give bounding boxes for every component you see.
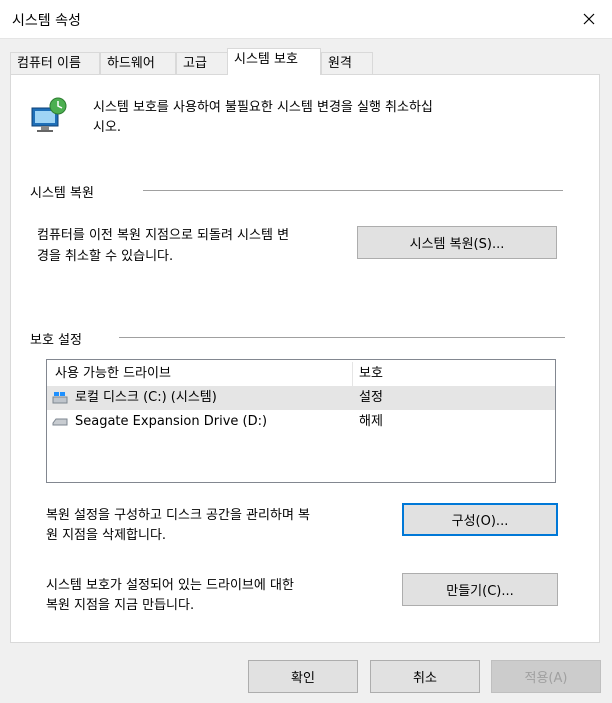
tab-hardware[interactable]: 하드웨어 bbox=[100, 52, 176, 74]
close-button[interactable] bbox=[566, 0, 612, 38]
restore-section-divider bbox=[143, 190, 563, 191]
title-bar: 시스템 속성 bbox=[0, 0, 612, 39]
restore-desc-line1: 컴퓨터를 이전 복원 지점으로 되돌려 시스템 변 bbox=[37, 228, 290, 243]
protection-section-divider bbox=[119, 337, 565, 338]
window-title: 시스템 속성 bbox=[12, 13, 81, 29]
system-restore-button[interactable]: 시스템 복원(S)... bbox=[357, 226, 557, 259]
drive-name: Seagate Expansion Drive (D:) bbox=[75, 414, 268, 429]
protection-section-label: 보호 설정 bbox=[30, 333, 82, 348]
configure-desc-line1: 복원 설정을 구성하고 디스크 공간을 관리하며 복 bbox=[46, 508, 310, 523]
tab-system-protection[interactable]: 시스템 보호 bbox=[227, 48, 321, 75]
create-desc-line1: 시스템 보호가 설정되어 있는 드라이브에 대한 bbox=[46, 578, 294, 593]
create-desc-line2: 복원 지점을 지금 만듭니다. bbox=[46, 598, 195, 613]
drive-list[interactable]: 사용 가능한 드라이브 보호 로컬 디스크 (C:) (시스템) 설정 Seag… bbox=[46, 359, 556, 483]
tab-computer-name[interactable]: 컴퓨터 이름 bbox=[10, 52, 100, 74]
drive-protection-status: 설정 bbox=[359, 390, 383, 405]
ok-button[interactable]: 확인 bbox=[248, 660, 358, 693]
table-row[interactable]: 로컬 디스크 (C:) (시스템) 설정 bbox=[47, 386, 555, 410]
drive-protection-status: 해제 bbox=[359, 414, 383, 429]
drive-name: 로컬 디스크 (C:) (시스템) bbox=[75, 390, 217, 405]
create-button[interactable]: 만들기(C)... bbox=[402, 573, 558, 606]
external-drive-icon bbox=[52, 418, 68, 426]
intro-text-line1: 시스템 보호를 사용하여 불필요한 시스템 변경을 실행 취소하십 bbox=[93, 100, 433, 115]
close-icon bbox=[583, 13, 595, 25]
apply-button[interactable]: 적용(A) bbox=[491, 660, 601, 693]
restore-section-label: 시스템 복원 bbox=[30, 186, 94, 201]
intro-text-line2: 시오. bbox=[93, 120, 122, 135]
system-drive-icon bbox=[52, 392, 68, 404]
restore-desc-line2: 경을 취소할 수 있습니다. bbox=[37, 249, 174, 264]
table-row[interactable]: Seagate Expansion Drive (D:) 해제 bbox=[47, 410, 555, 434]
column-header-drive[interactable]: 사용 가능한 드라이브 bbox=[55, 362, 171, 386]
column-divider[interactable] bbox=[352, 362, 353, 386]
column-header-protection[interactable]: 보호 bbox=[359, 362, 383, 386]
system-protection-icon bbox=[31, 97, 67, 132]
configure-button[interactable]: 구성(O)... bbox=[402, 503, 558, 536]
system-protection-panel: 시스템 보호를 사용하여 불필요한 시스템 변경을 실행 취소하십 시오. 시스… bbox=[10, 74, 600, 643]
tab-remote[interactable]: 원격 bbox=[321, 52, 373, 74]
tab-advanced[interactable]: 고급 bbox=[176, 52, 228, 74]
configure-desc-line2: 원 지점을 삭제합니다. bbox=[46, 528, 167, 543]
cancel-button[interactable]: 취소 bbox=[370, 660, 480, 693]
drive-list-header: 사용 가능한 드라이브 보호 bbox=[47, 362, 555, 386]
